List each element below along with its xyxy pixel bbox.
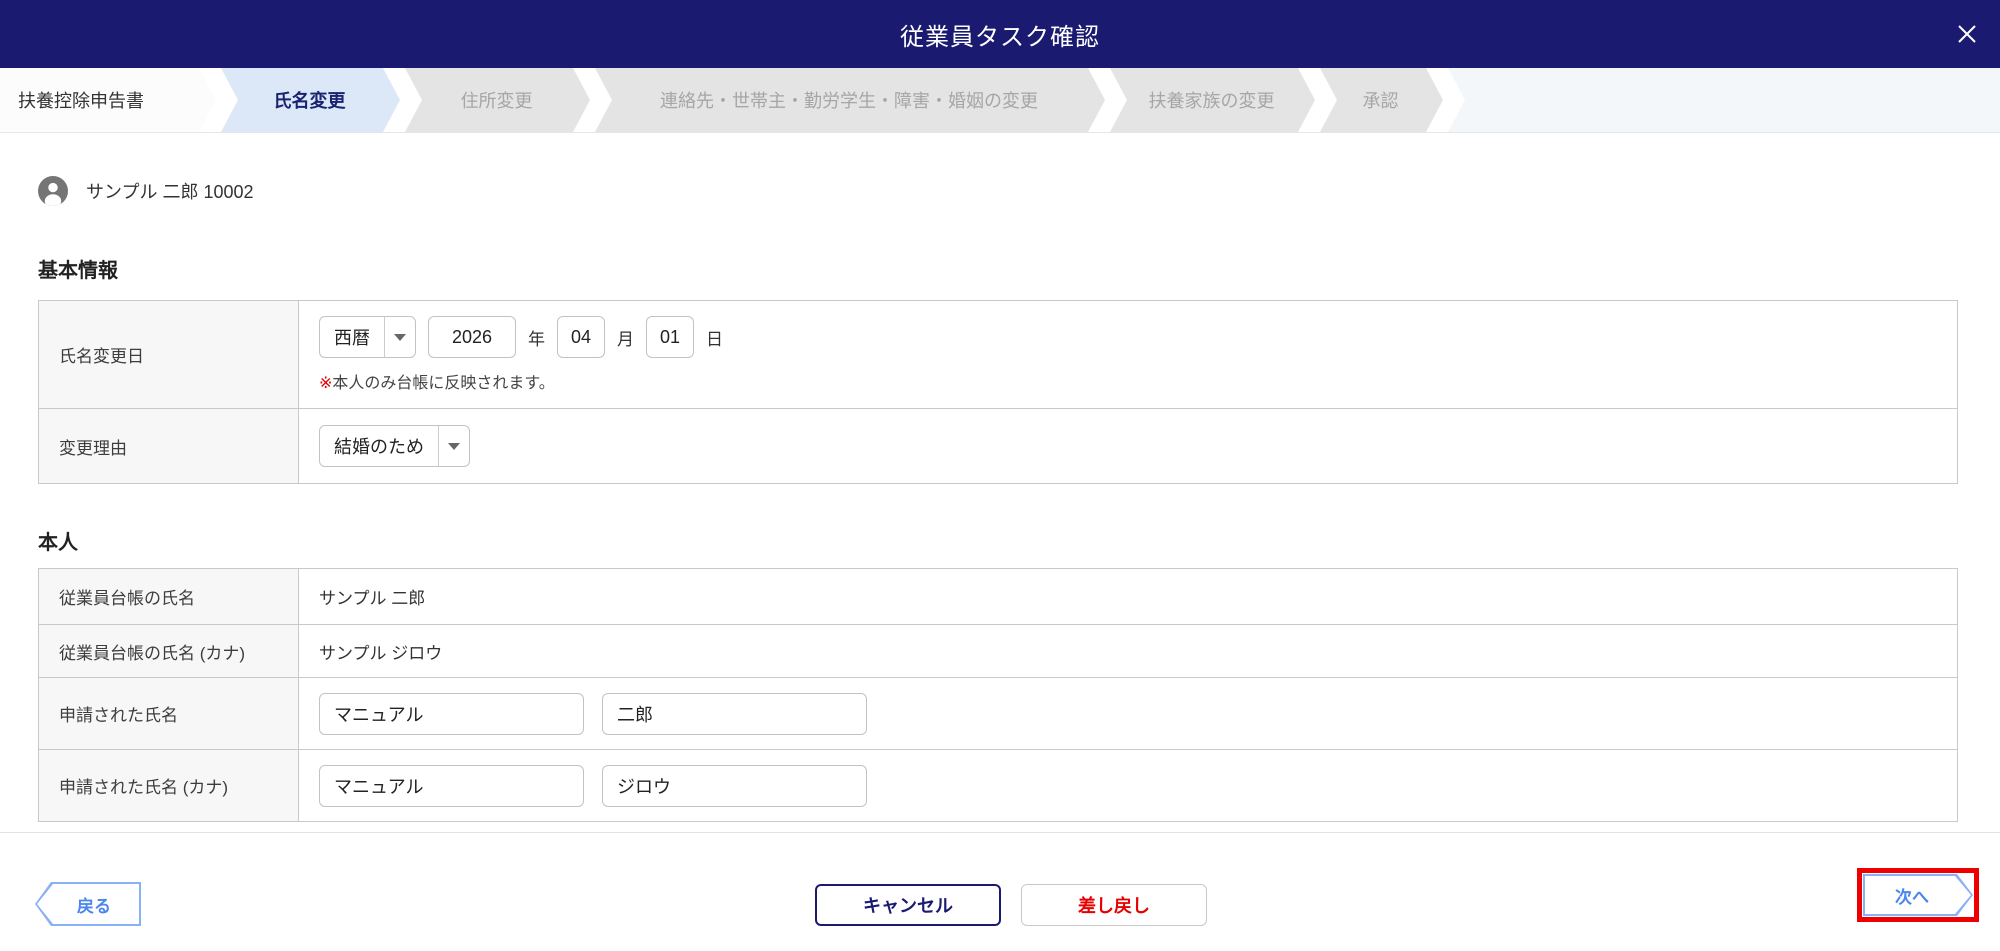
table-row: 申請された氏名 (カナ) <box>39 749 1957 821</box>
step-dependents-change[interactable]: 扶養家族の変更 <box>1110 68 1315 132</box>
era-select[interactable]: 西暦 <box>319 316 416 358</box>
registry-name-label: 従業員台帳の氏名 <box>39 569 299 624</box>
section-heading-basic-info: 基本情報 <box>38 260 118 282</box>
registry-name-kana-value: サンプル ジロウ <box>319 643 443 663</box>
employee-summary: サンプル 二郎 10002 <box>38 176 254 206</box>
table-row: 従業員台帳の氏名 サンプル 二郎 <box>39 569 1957 624</box>
step-contact-household-change[interactable]: 連絡先・世帯主・勤労学生・障害・婚姻の変更 <box>595 68 1105 132</box>
change-reason-select[interactable]: 結婚のため <box>319 425 470 467</box>
registry-name-value: サンプル 二郎 <box>319 589 426 608</box>
requested-first-name-input[interactable] <box>602 692 867 735</box>
highlight-box: 次へ <box>1857 868 1979 922</box>
registry-name-kana-label: 従業員台帳の氏名 (カナ) <box>39 625 299 677</box>
change-reason-label: 変更理由 <box>39 409 299 483</box>
reflection-note: ※本人のみ台帳に反映されます。 <box>319 375 555 392</box>
person-icon <box>38 176 68 206</box>
era-select-value: 西暦 <box>334 328 370 348</box>
table-row: 氏名変更日 西暦 年 月 日 ※本人のみ台帳に反映されます。 <box>39 301 1957 408</box>
employee-name-and-id: サンプル 二郎 10002 <box>86 182 254 202</box>
day-unit-label: 日 <box>706 329 723 349</box>
person-table: 従業員台帳の氏名 サンプル 二郎 従業員台帳の氏名 (カナ) サンプル ジロウ … <box>38 568 1958 822</box>
step-address-change[interactable]: 住所変更 <box>405 68 590 132</box>
table-row: 従業員台帳の氏名 (カナ) サンプル ジロウ <box>39 624 1957 677</box>
year-input[interactable] <box>428 316 516 358</box>
section-heading-person: 本人 <box>38 532 78 554</box>
year-unit-label: 年 <box>528 329 545 349</box>
page-title: 従業員タスク確認 <box>900 23 1100 51</box>
chevron-down-icon <box>385 333 415 341</box>
requested-name-kana-value <box>299 750 1957 821</box>
step-name-change[interactable]: 氏名変更 <box>221 68 400 132</box>
step-approval[interactable]: 承認 <box>1320 68 1443 132</box>
name-change-date-label: 氏名変更日 <box>39 301 299 408</box>
table-row: 変更理由 結婚のため <box>39 408 1957 483</box>
table-row: 申請された氏名 <box>39 677 1957 749</box>
requested-name-label: 申請された氏名 <box>39 678 299 749</box>
change-reason-value: 結婚のため <box>299 409 1957 483</box>
next-button-label: 次へ <box>1895 887 1929 907</box>
day-input[interactable] <box>646 316 694 358</box>
close-icon <box>1956 25 1978 48</box>
month-input[interactable] <box>557 316 605 358</box>
name-change-date-value: 西暦 年 月 日 ※本人のみ台帳に反映されます。 <box>299 301 1957 408</box>
footer-divider <box>0 832 2000 833</box>
requested-last-name-kana-input[interactable] <box>319 764 584 807</box>
step-dependent-declaration[interactable]: 扶養控除申告書 <box>0 68 216 132</box>
month-unit-label: 月 <box>617 329 634 349</box>
back-button-label: 戻る <box>77 896 111 916</box>
change-reason-select-value: 結婚のため <box>334 437 424 457</box>
stepper-filler <box>1448 68 2000 132</box>
basic-info-table: 氏名変更日 西暦 年 月 日 ※本人のみ台帳に反映されます。 変更理由 <box>38 300 1958 484</box>
dialog-header: 従業員タスク確認 <box>0 0 2000 68</box>
requested-name-kana-label: 申請された氏名 (カナ) <box>39 750 299 821</box>
cancel-button[interactable]: キャンセル <box>815 884 1001 926</box>
next-button[interactable]: 次へ <box>1863 874 1973 916</box>
requested-last-name-input[interactable] <box>319 692 584 735</box>
note-asterisk: ※ <box>319 375 333 392</box>
requested-first-name-kana-input[interactable] <box>602 764 867 807</box>
requested-name-value <box>299 678 1957 749</box>
chevron-down-icon <box>439 442 469 450</box>
close-button[interactable] <box>1950 17 1984 51</box>
wizard-stepper: 扶養控除申告書 氏名変更 住所変更 連絡先・世帯主・勤労学生・障害・婚姻の変更 … <box>0 68 2000 133</box>
back-button[interactable]: 戻る <box>35 882 141 926</box>
send-back-button[interactable]: 差し戻し <box>1021 884 1207 926</box>
